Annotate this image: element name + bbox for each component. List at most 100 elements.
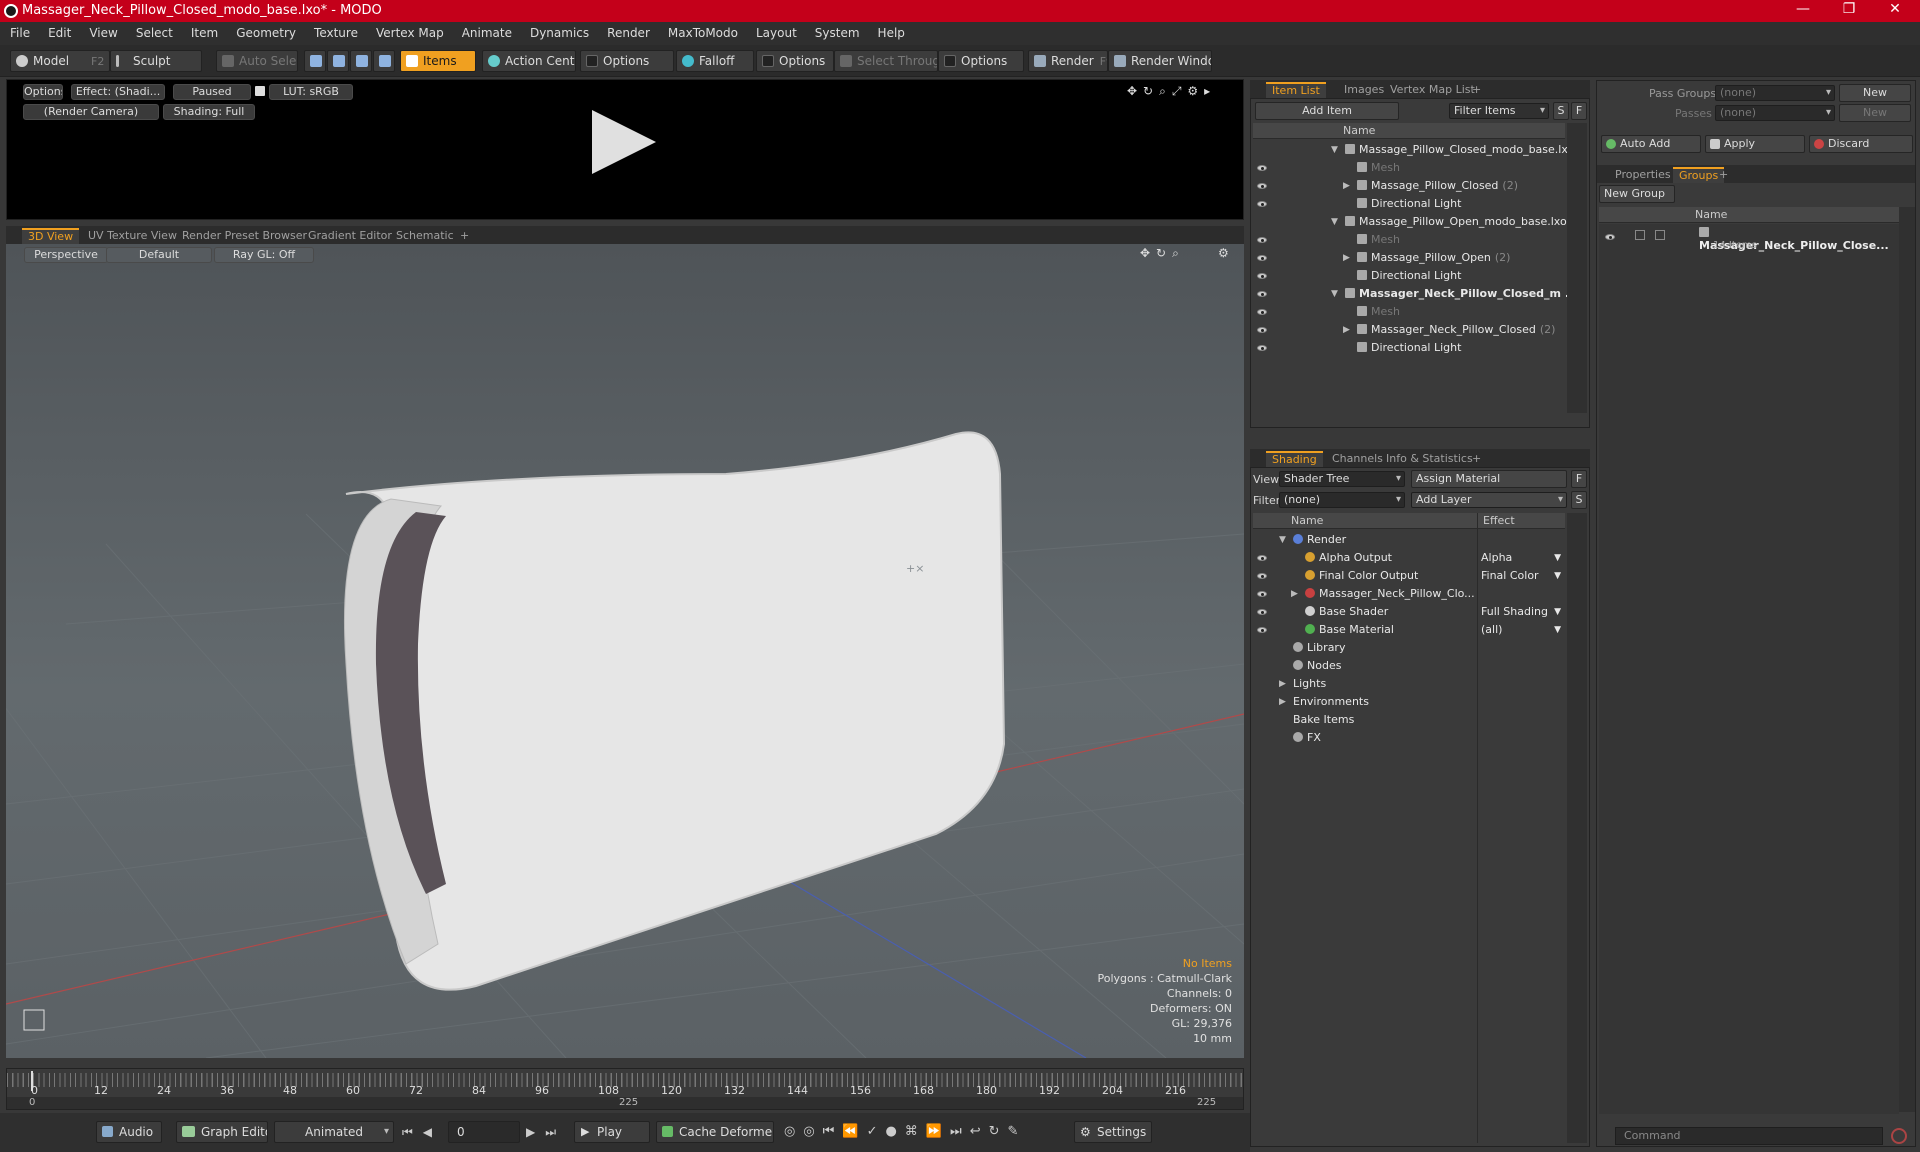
item-list-row[interactable]: ▼ Massager_Neck_Pillow_Closed_m ... — [1251, 285, 1577, 303]
tab-render-preset-browser[interactable]: Render Preset Browser — [176, 228, 313, 244]
menu-select[interactable]: Select — [127, 22, 182, 45]
expand-arrow-icon[interactable]: ▶ — [1279, 693, 1286, 711]
menu-view[interactable]: View — [80, 22, 126, 45]
vertices-mode-button[interactable] — [304, 50, 326, 72]
apply-button[interactable]: Apply — [1705, 135, 1805, 153]
tab-uv-texture-view[interactable]: UV Texture View — [82, 228, 183, 244]
render-window-button[interactable]: Render Window — [1108, 50, 1212, 72]
action-center-options-button[interactable]: Options — [580, 50, 674, 72]
shader-tree-row[interactable]: ▼ Render — [1251, 531, 1563, 549]
preview-options-button[interactable]: Options — [23, 84, 63, 100]
item-list-row[interactable]: Directional Light — [1251, 267, 1563, 285]
shading-scrollbar[interactable] — [1567, 513, 1587, 1143]
effect-dropdown[interactable]: Final Color ▼ — [1481, 567, 1563, 585]
shader-tree-row[interactable]: ▶ Massager_Neck_Pillow_Clo... — [1251, 585, 1563, 603]
close-button[interactable]: ✕ — [1872, 1, 1918, 17]
settings-button[interactable]: ⚙ Settings — [1074, 1121, 1152, 1143]
item-list-row[interactable]: ▼ Massage_Pillow_Closed_modo_base.lxo* — [1251, 141, 1580, 159]
menu-item[interactable]: Item — [182, 22, 227, 45]
action-center-button[interactable]: Action Center — [482, 50, 576, 72]
frame-input[interactable]: 0 — [448, 1121, 520, 1143]
visibility-eye-icon[interactable] — [1257, 627, 1267, 633]
item-list-row[interactable]: Mesh — [1251, 159, 1563, 177]
visibility-eye-icon[interactable] — [1605, 234, 1615, 240]
assign-material-button[interactable]: Assign Material — [1411, 470, 1567, 488]
render-button[interactable]: RenderF9 — [1028, 50, 1108, 72]
shader-tree-row[interactable]: Bake Items — [1251, 711, 1563, 729]
shading-f-button[interactable]: F — [1571, 470, 1587, 488]
preview-lut-dropdown[interactable]: LUT: sRGB — [269, 84, 353, 100]
visibility-eye-icon[interactable] — [1257, 573, 1267, 579]
edges-mode-button[interactable] — [327, 50, 349, 72]
effect-dropdown[interactable]: Alpha ▼ — [1481, 549, 1563, 567]
item-list-row[interactable]: ▼ Massage_Pillow_Open_modo_base.lxo* — [1251, 213, 1572, 231]
add-tab-button[interactable]: + — [1466, 451, 1487, 467]
shader-tree-row[interactable]: Nodes — [1251, 657, 1563, 675]
shader-tree-row[interactable]: Base Material (all) ▼ — [1251, 621, 1563, 639]
discard-button[interactable]: Discard — [1809, 135, 1913, 153]
groups-list[interactable]: Massager_Neck_Pillow_Close... 14 Items — [1599, 224, 1899, 1114]
add-tab-button[interactable]: + — [1713, 167, 1734, 183]
visibility-eye-icon[interactable] — [1257, 291, 1267, 297]
tab-3d-view[interactable]: 3D View — [22, 228, 80, 244]
tab-gradient-editor[interactable]: Gradient Editor — [302, 228, 398, 244]
menu-geometry[interactable]: Geometry — [227, 22, 305, 45]
tab-properties[interactable]: Properties — [1609, 167, 1677, 183]
new-pass-button[interactable]: New — [1839, 104, 1911, 122]
timeline[interactable]: 0 12 24 36 48 60 72 84 96 108 120 132 144 156 168 180 19… — [6, 1068, 1244, 1110]
add-layer-dropdown[interactable]: Add Layer — [1411, 492, 1567, 508]
visibility-eye-icon[interactable] — [1257, 183, 1267, 189]
materials-mode-button[interactable] — [373, 50, 395, 72]
3d-viewport[interactable]: Perspective Default Ray GL: Off ✥↻⌕ ⚙ +×… — [6, 244, 1244, 1058]
expand-arrow-icon[interactable]: ▼ — [1331, 213, 1338, 231]
item-tree[interactable]: ▼ Massage_Pillow_Closed_modo_base.lxo* Mes… — [1251, 141, 1580, 411]
command-input[interactable]: Command — [1615, 1127, 1883, 1145]
item-list-row[interactable]: Directional Light — [1251, 339, 1563, 357]
auto-select-button[interactable]: Auto Select — [216, 50, 298, 72]
filter-f-button[interactable]: F — [1571, 102, 1587, 120]
menu-animate[interactable]: Animate — [453, 22, 521, 45]
shader-tree-row[interactable]: Base Shader Full Shading ▼ — [1251, 603, 1563, 621]
add-tab-button[interactable]: + — [1466, 82, 1487, 98]
shader-tree-row[interactable]: Library — [1251, 639, 1563, 657]
menu-layout[interactable]: Layout — [747, 22, 806, 45]
shading-s-button[interactable]: S — [1571, 491, 1587, 509]
menu-edit[interactable]: Edit — [39, 22, 80, 45]
model-mode-button[interactable]: Model F2 — [10, 50, 110, 72]
menu-system[interactable]: System — [806, 22, 869, 45]
command-record-icon[interactable] — [1891, 1128, 1907, 1144]
add-tab-button[interactable]: + — [454, 228, 475, 244]
preview-effect-dropdown[interactable]: Effect: (Shadi... — [71, 84, 165, 100]
falloff-options-button[interactable]: Options — [756, 50, 834, 72]
maximize-button[interactable]: ❐ — [1826, 1, 1872, 17]
graph-editor-button[interactable]: Graph Editor — [176, 1121, 268, 1143]
effect-dropdown[interactable]: Full Shading ▼ — [1481, 603, 1563, 621]
select-through-options-button[interactable]: Options — [938, 50, 1024, 72]
animated-dropdown[interactable]: Animated ▾ — [274, 1121, 394, 1143]
expand-arrow-icon[interactable]: ▶ — [1343, 321, 1350, 339]
visibility-eye-icon[interactable] — [1257, 309, 1267, 315]
item-list-row[interactable]: ▶ Massage_Pillow_Closed (2) — [1251, 177, 1563, 195]
sculpt-mode-button[interactable]: Sculpt — [110, 50, 202, 72]
items-mode-button[interactable]: Items — [400, 50, 476, 72]
polygons-mode-button[interactable] — [350, 50, 372, 72]
expand-arrow-icon[interactable]: ▼ — [1331, 141, 1338, 159]
visibility-eye-icon[interactable] — [1257, 201, 1267, 207]
filter-dropdown[interactable]: (none) — [1279, 492, 1405, 508]
shader-tree-row[interactable]: ▶ Environments — [1251, 693, 1563, 711]
shader-tree-row[interactable]: Alpha Output Alpha ▼ — [1251, 549, 1563, 567]
key-tool-icons[interactable]: ◎◎⏮⏪✓●⌘⏩⏭↩↻✎ — [784, 1124, 1026, 1139]
lock-checkbox[interactable] — [1635, 230, 1645, 240]
tab-schematic[interactable]: Schematic — [390, 228, 460, 244]
shader-tree-row[interactable]: ▶ Lights — [1251, 675, 1563, 693]
visibility-eye-icon[interactable] — [1257, 255, 1267, 261]
effect-dropdown[interactable]: (all) ▼ — [1481, 621, 1563, 639]
play-render-icon[interactable] — [592, 110, 656, 174]
item-list-row[interactable]: ▶ Massager_Neck_Pillow_Closed (2) — [1251, 321, 1563, 339]
preview-nav-icons[interactable]: ✥↻⌕⤢⚙▸ — [1127, 84, 1216, 99]
visibility-eye-icon[interactable] — [1257, 555, 1267, 561]
cache-deformers-button[interactable]: Cache Deformers — [656, 1121, 774, 1143]
menu-file[interactable]: File — [0, 22, 39, 45]
menu-render[interactable]: Render — [598, 22, 659, 45]
new-group-button[interactable]: New Group — [1599, 185, 1675, 203]
